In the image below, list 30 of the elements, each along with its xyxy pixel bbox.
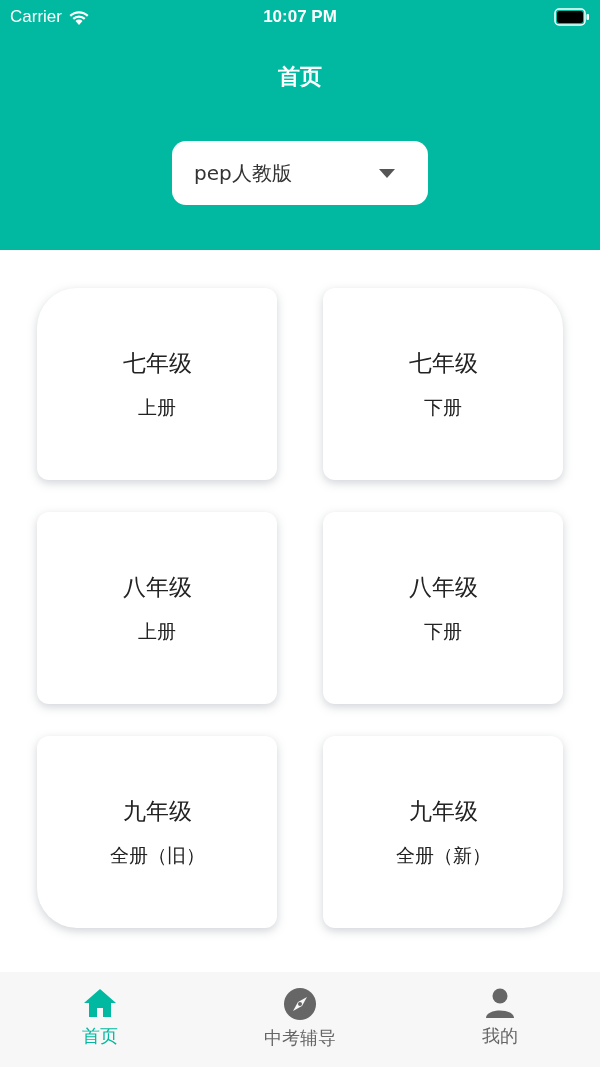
volume-label: 全册（新） [395, 842, 491, 868]
grade-label: 八年级 [408, 572, 478, 602]
carrier-label: Carrier [10, 6, 62, 27]
volume-label: 上册 [138, 394, 176, 420]
home-icon [83, 988, 117, 1018]
volume-label: 上册 [138, 618, 176, 644]
book-card[interactable]: 八年级 下册 [323, 512, 563, 704]
volume-label: 下册 [424, 394, 462, 420]
compass-icon [284, 988, 316, 1020]
book-card[interactable]: 七年级 下册 [323, 288, 563, 480]
edition-dropdown[interactable]: pep人教版 [172, 141, 428, 205]
volume-label: 下册 [424, 618, 462, 644]
volume-label: 全册（旧） [109, 842, 205, 868]
grade-label: 八年级 [122, 572, 192, 602]
battery-icon [554, 7, 590, 26]
book-card[interactable]: 八年级 上册 [37, 512, 277, 704]
grade-label: 九年级 [408, 796, 478, 826]
grade-label: 七年级 [122, 348, 192, 378]
tab-bar-item[interactable]: 中考辅导 [200, 972, 400, 1067]
person-icon [486, 988, 514, 1018]
page-title: 首页 [278, 63, 322, 91]
grade-label: 七年级 [408, 348, 478, 378]
caret-icon [379, 168, 395, 178]
book-card[interactable]: 九年级 全册（新） [323, 736, 563, 928]
book-card[interactable]: 七年级 上册 [37, 288, 277, 480]
wifi-icon [67, 8, 90, 25]
status-time: 10:07 PM [263, 6, 337, 27]
book-card[interactable]: 九年级 全册（旧） [37, 736, 277, 928]
tab-bar-item[interactable]: 我的 [400, 972, 600, 1067]
grade-label: 九年级 [122, 796, 192, 826]
